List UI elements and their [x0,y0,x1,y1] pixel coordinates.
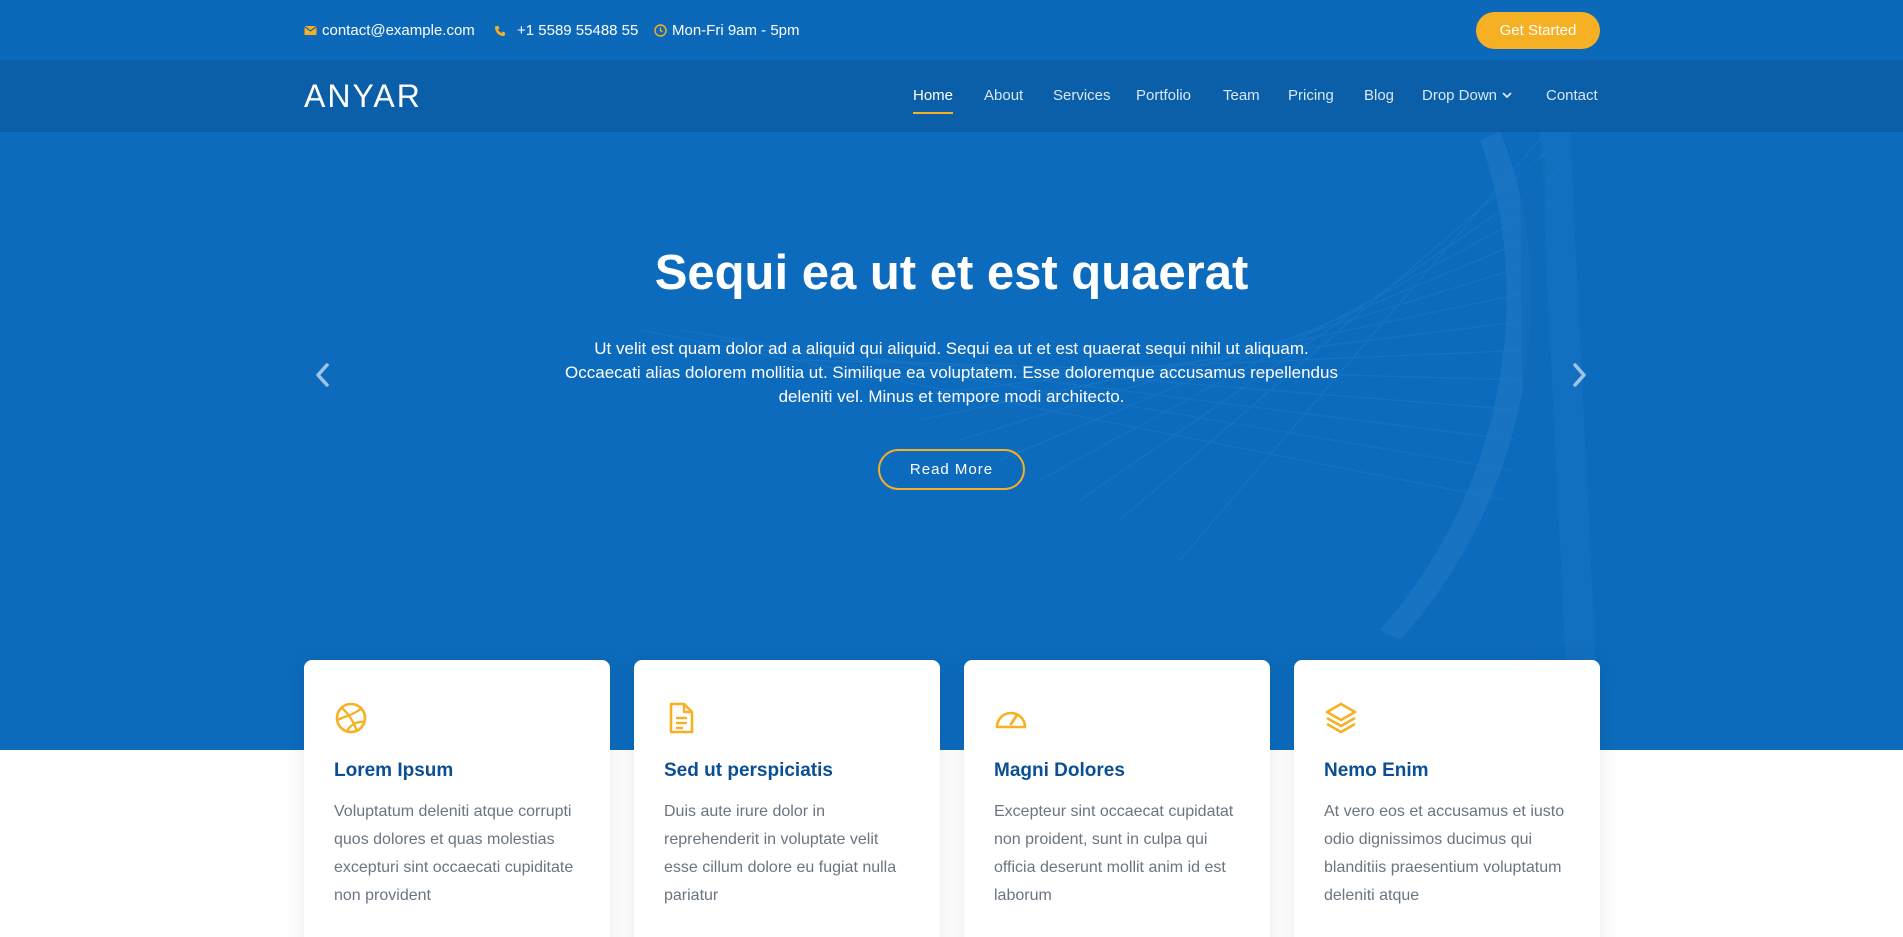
site-logo[interactable]: ANYAR [304,78,422,115]
phone-icon [495,25,505,36]
top-bar: contact@example.com +1 5589 55488 55 Mon… [0,0,1903,60]
card-title[interactable]: Sed ut perspiciatis [664,760,833,782]
nav-item-services[interactable]: Services [1053,87,1111,104]
card-description: At vero eos et accusamus et iusto odio d… [1324,803,1565,904]
nav-label-portfolio: Portfolio [1136,87,1192,104]
nav-item-dropdown[interactable]: Drop Down [1422,87,1512,104]
read-more-button[interactable]: Read More [878,449,1025,490]
active-nav-indicator [913,112,954,114]
speedometer-icon [995,711,1027,729]
layers-icon [1325,702,1357,734]
feature-card: Magni Dolores Excepteur sint occaecat cu… [964,660,1270,937]
email-text: contact@example.com [322,22,475,39]
email-contact[interactable]: contact@example.com [304,22,475,39]
nav-item-team[interactable]: Team [1223,87,1260,104]
hero-description: Ut velit est quam dolor ad a aliquid qui… [565,339,1338,406]
nav-item-home[interactable]: Home [913,87,954,114]
nav-label-services: Services [1053,87,1111,104]
file-icon [669,702,694,734]
nav-item-pricing[interactable]: Pricing [1288,87,1334,104]
carousel-next-button[interactable] [1570,362,1588,393]
hero-title: Sequi ea ut et est quaerat [654,246,1249,300]
hours-text: Mon-Fri 9am - 5pm [672,22,800,39]
card-description: Excepteur sint occaecat cupidatat non pr… [994,803,1234,904]
nav-label-home: Home [913,87,954,104]
nav-label-about: About [984,87,1024,104]
card-title[interactable]: Nemo Enim [1324,760,1429,782]
card-title[interactable]: Magni Dolores [994,760,1125,782]
card-description: Voluptatum deleniti atque corrupti quos … [334,803,574,904]
main-navbar: ANYAR Home About Services Portfolio Team… [0,60,1903,132]
nav-item-portfolio[interactable]: Portfolio [1136,87,1191,104]
chevron-left-icon [316,363,329,387]
phone-text: +1 5589 55488 55 [517,22,639,39]
nav-label-contact: Contact [1546,87,1598,104]
nav-label-dropdown: Drop Down [1422,87,1498,104]
card-title[interactable]: Lorem Ipsum [334,760,453,782]
card-description: Duis aute irure dolor in reprehenderit i… [664,803,897,904]
nav-label-pricing: Pricing [1288,87,1334,104]
chevron-down-icon [1502,92,1512,99]
feature-card: Sed ut perspiciatis Duis aute irure dolo… [634,660,940,937]
clock-icon [654,24,667,37]
nav-label-team: Team [1223,87,1260,104]
dribbble-icon [335,702,367,734]
envelope-icon [304,26,317,35]
nav-label-blog: Blog [1364,87,1395,104]
nav-item-blog[interactable]: Blog [1364,87,1394,104]
feature-card: Lorem Ipsum Voluptatum deleniti atque co… [304,660,610,937]
hours-info: Mon-Fri 9am - 5pm [654,22,800,39]
get-started-button[interactable]: Get Started [1476,12,1600,49]
phone-contact[interactable]: +1 5589 55488 55 [494,22,638,39]
chevron-right-icon [1573,363,1586,387]
nav-item-contact[interactable]: Contact [1546,87,1598,104]
carousel-prev-button[interactable] [314,362,332,393]
nav-item-about[interactable]: About [984,87,1023,104]
feature-card: Nemo Enim At vero eos et accusamus et iu… [1294,660,1600,937]
